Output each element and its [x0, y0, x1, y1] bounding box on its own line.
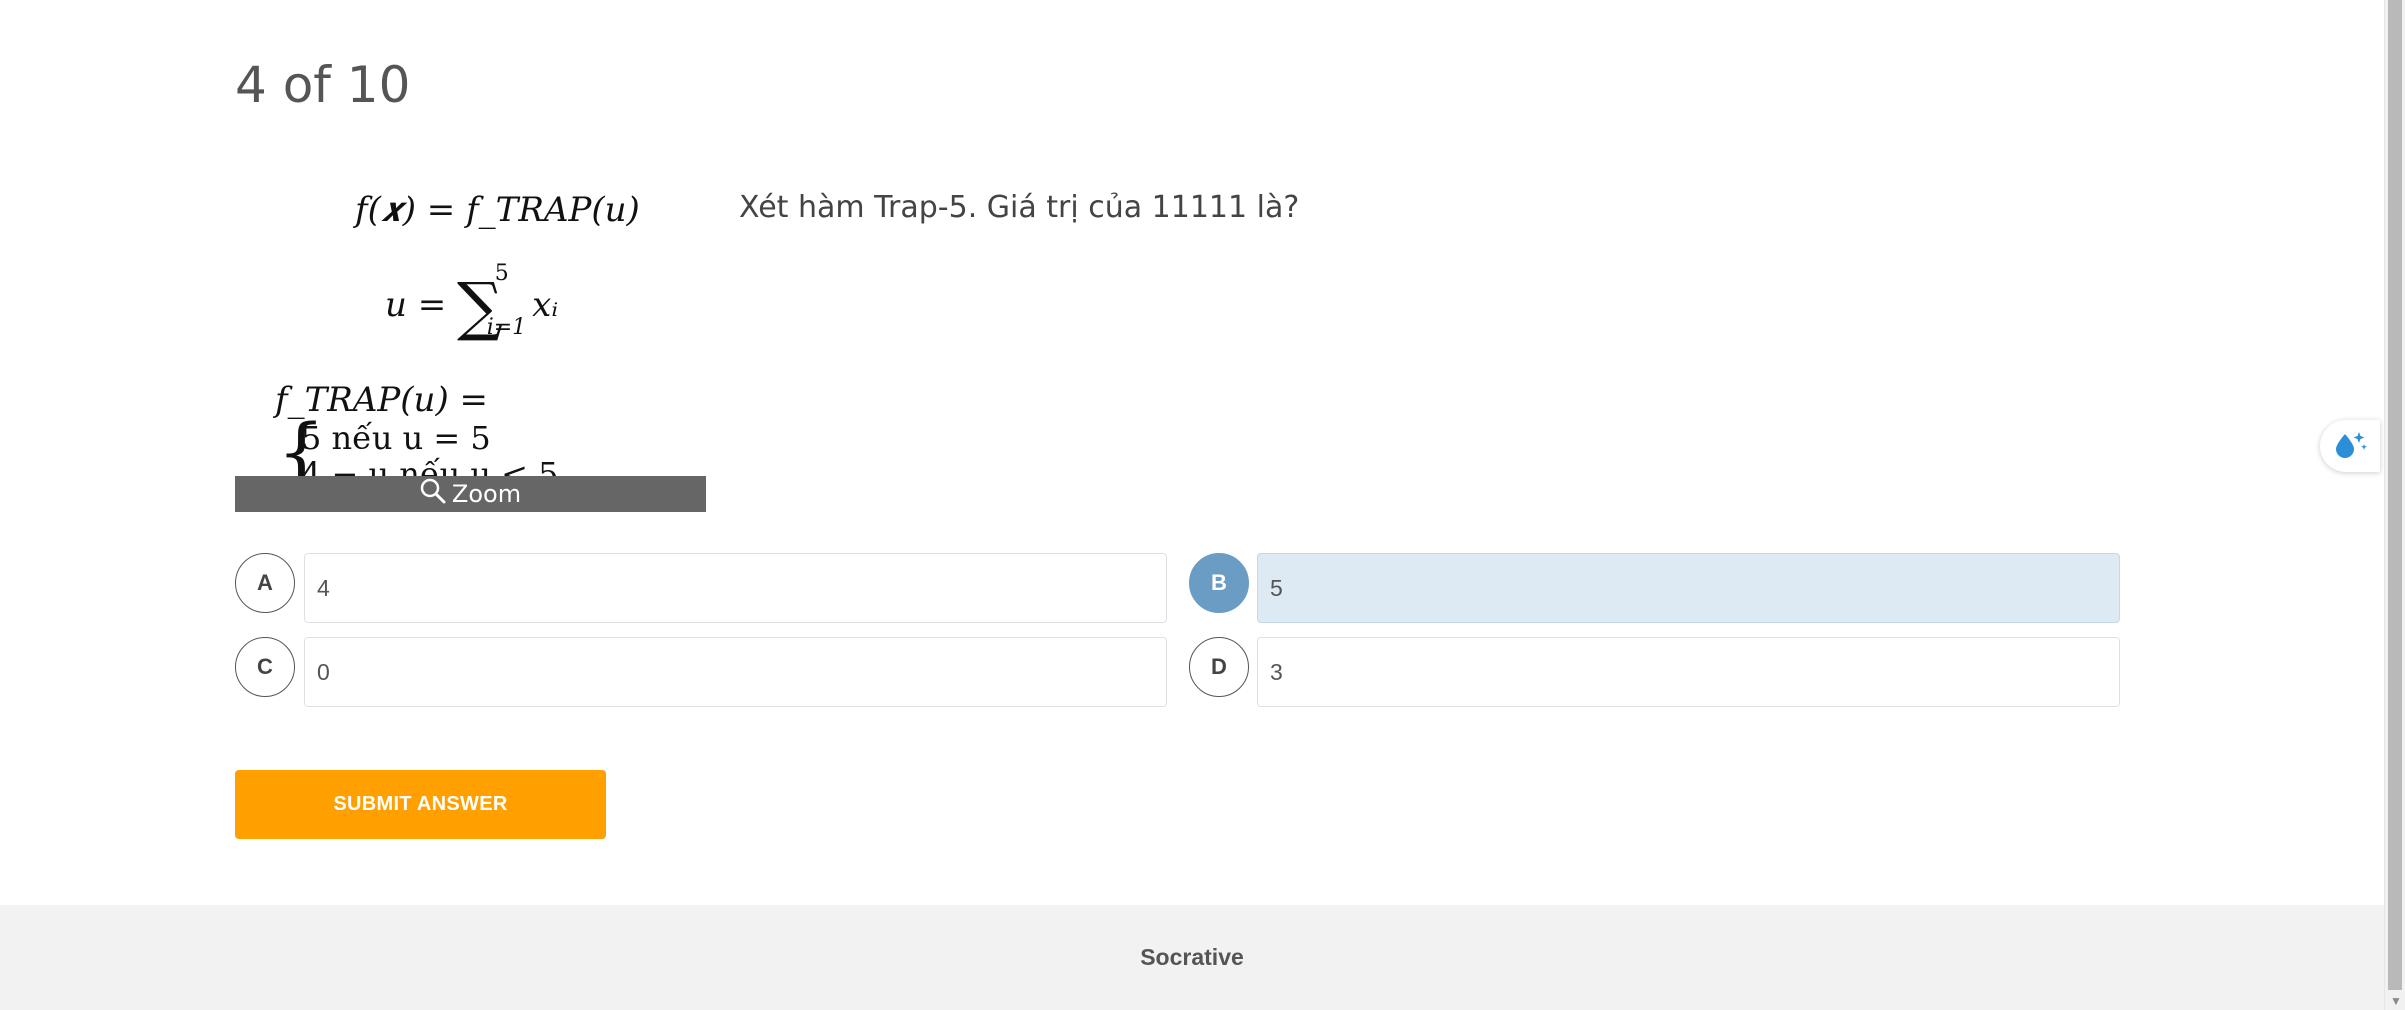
zoom-button[interactable]: Zoom	[235, 476, 706, 512]
option-letter-b[interactable]: B	[1189, 553, 1249, 613]
question-progress: 4 of 10	[235, 56, 411, 114]
sum-upper-limit: 5	[494, 261, 509, 286]
option-text-d[interactable]: 3	[1257, 637, 2120, 707]
footer: Socrative	[0, 905, 2384, 1010]
formula-line-1: f(𝒙) = f_TRAP(u)	[355, 190, 640, 230]
water-drop-sparkle-icon	[2331, 428, 2369, 465]
option-letter-d[interactable]: D	[1189, 637, 1249, 697]
scrollbar-thumb[interactable]	[2388, 0, 2402, 990]
zoom-label: Zoom	[451, 480, 522, 508]
magnifier-icon	[420, 478, 452, 510]
floating-widget-button[interactable]	[2320, 420, 2380, 472]
sum-lower-limit: i=1	[486, 315, 527, 340]
formula-u-equals: u =	[385, 285, 447, 325]
footer-brand: Socrative	[1140, 944, 1244, 970]
sum-term: xᵢ	[532, 285, 559, 325]
scroll-down-arrow-icon[interactable]: ▼	[2390, 994, 2402, 1008]
submit-answer-button[interactable]: SUBMIT ANSWER	[235, 770, 606, 839]
page-scrollbar[interactable]: ▼	[2384, 0, 2405, 1010]
option-text-a[interactable]: 4	[304, 553, 1167, 623]
question-formula-image: f(𝒙) = f_TRAP(u) u = ∑5i=1xᵢ f_TRAP(u) =…	[235, 170, 706, 492]
option-letter-c[interactable]: C	[235, 637, 295, 697]
option-letter-a[interactable]: A	[235, 553, 295, 613]
formula-line-2: u = ∑5i=1xᵢ	[385, 261, 559, 344]
option-text-c[interactable]: 0	[304, 637, 1167, 707]
option-text-b[interactable]: 5	[1257, 553, 2120, 623]
quiz-content: 4 of 10 f(𝒙) = f_TRAP(u) u = ∑5i=1xᵢ f_T…	[0, 0, 2384, 905]
question-text: Xét hàm Trap-5. Giá trị của 11111 là?	[739, 190, 1300, 225]
